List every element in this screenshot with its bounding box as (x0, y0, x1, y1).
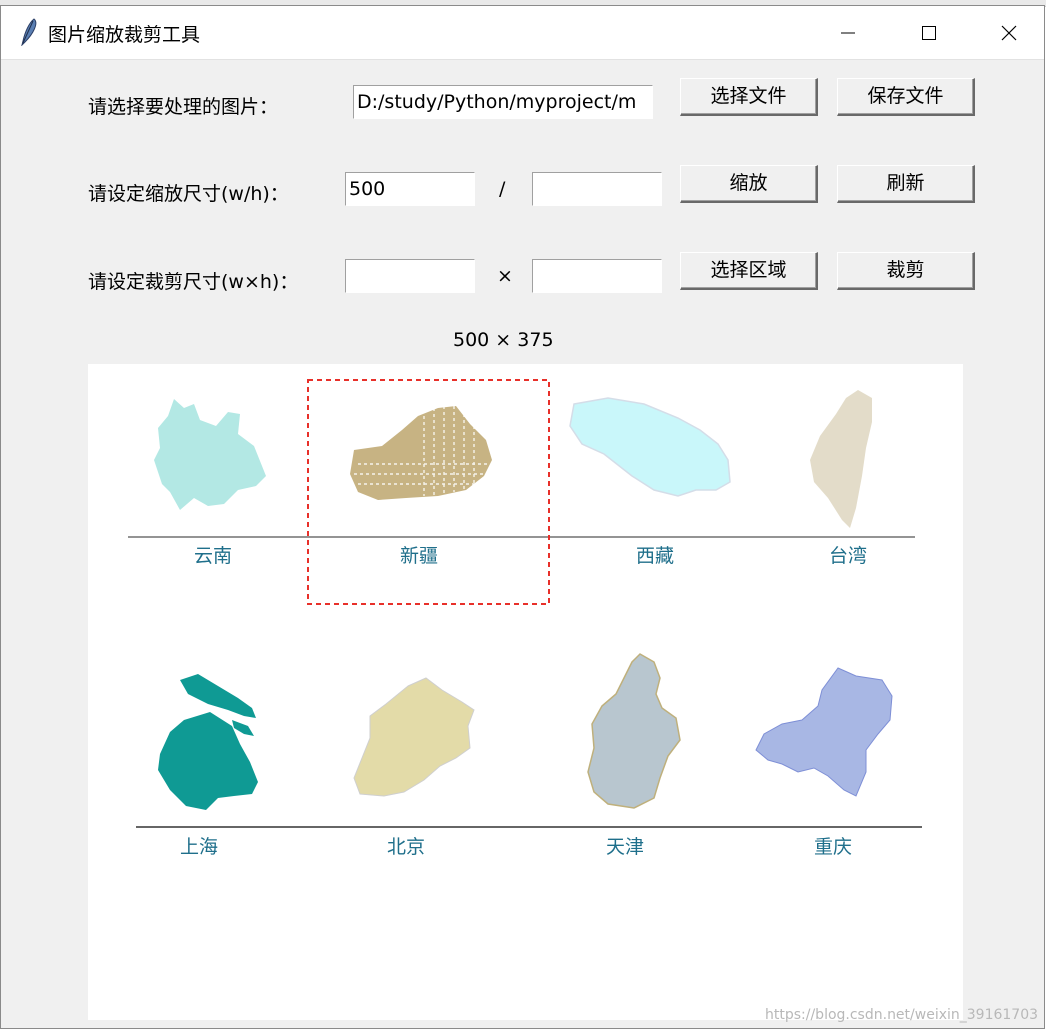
label-tianjin: 天津 (606, 836, 644, 858)
shanghai-island-map (180, 674, 256, 718)
select-file-button[interactable]: 选择文件 (680, 78, 818, 116)
window-title: 图片缩放裁剪工具 (48, 24, 201, 46)
yunnan-map (154, 399, 266, 510)
crop-size-label: 请设定裁剪尺寸(w×h)： (88, 271, 299, 293)
scale-button[interactable]: 缩放 (680, 165, 818, 203)
app-window: 图片缩放裁剪工具 请选择要处理的图片： D:/study/Python/mypr… (0, 5, 1045, 1029)
xizang-map (569, 397, 731, 497)
crop-separator: × (497, 265, 513, 287)
image-canvas[interactable]: 云南 新疆 西藏 台湾 上海 北京 天津 重庆 (88, 364, 963, 1020)
province-map-image: 云南 新疆 西藏 台湾 上海 北京 天津 重庆 (128, 379, 922, 858)
tianjin-map (587, 653, 681, 809)
taiwan-map (810, 390, 872, 528)
chongqing-map (755, 667, 893, 797)
label-beijing: 北京 (387, 836, 425, 858)
label-xizang: 西藏 (636, 545, 674, 567)
crop-width-input[interactable] (345, 259, 475, 293)
label-yunnan: 云南 (194, 545, 232, 567)
label-shanghai: 上海 (180, 836, 218, 858)
scale-size-label: 请设定缩放尺寸(w/h)： (88, 183, 289, 205)
scale-width-input[interactable]: 500 (345, 172, 475, 206)
crop-height-input[interactable] (532, 259, 662, 293)
image-size-label: 500 × 375 (453, 329, 554, 351)
refresh-button[interactable]: 刷新 (837, 165, 975, 203)
close-icon (1001, 25, 1017, 41)
scale-height-input[interactable] (532, 172, 662, 206)
close-button[interactable] (969, 6, 1046, 59)
scale-separator: / (499, 178, 506, 200)
maximize-button[interactable] (889, 6, 969, 59)
title-bar[interactable]: 图片缩放裁剪工具 (1, 6, 1044, 60)
minimize-icon (841, 32, 855, 34)
watermark-text: https://blog.csdn.net/weixin_39161703 (765, 1007, 1039, 1023)
label-chongqing: 重庆 (814, 836, 852, 858)
beijing-map (353, 677, 475, 797)
select-image-label: 请选择要处理的图片： (88, 96, 279, 118)
label-xinjiang: 新疆 (400, 545, 438, 567)
save-file-button[interactable]: 保存文件 (837, 78, 975, 116)
xinjiang-map (350, 406, 492, 500)
crop-button[interactable]: 裁剪 (837, 252, 975, 290)
label-taiwan: 台湾 (829, 545, 867, 567)
file-path-input[interactable]: D:/study/Python/myproject/m (353, 85, 653, 119)
select-region-button[interactable]: 选择区域 (680, 252, 818, 290)
minimize-button[interactable] (808, 6, 888, 59)
feather-icon (19, 18, 39, 47)
maximize-icon (922, 26, 936, 40)
